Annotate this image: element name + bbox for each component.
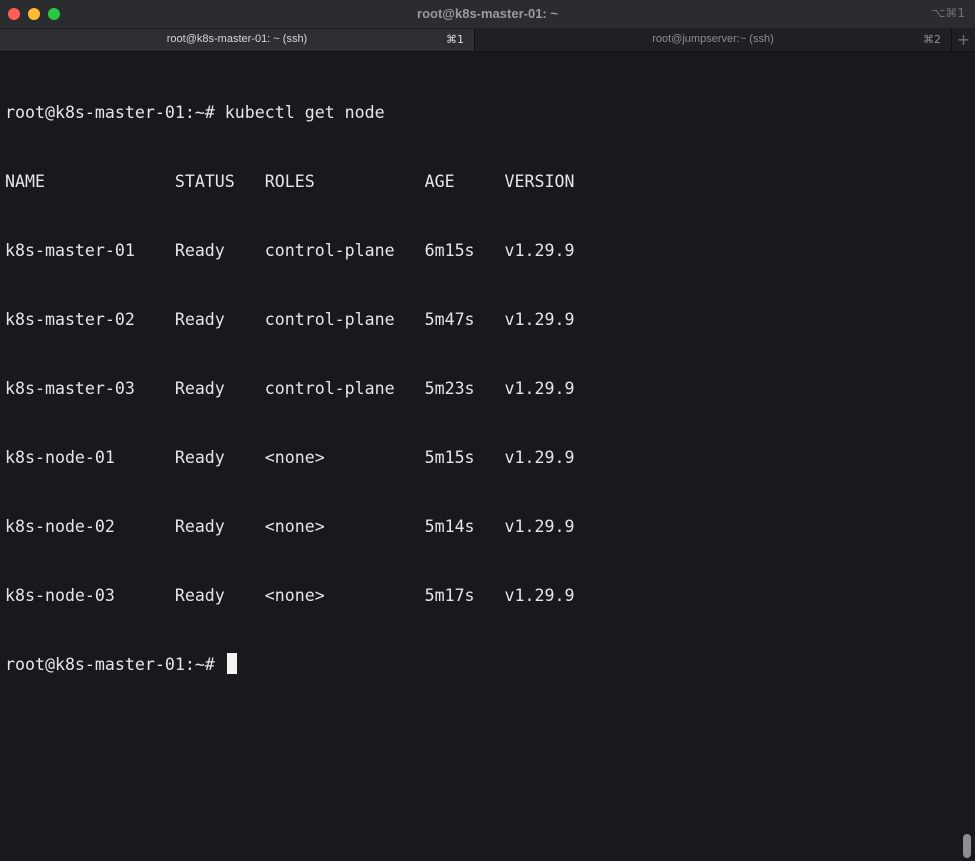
- text-cursor: [226, 653, 237, 674]
- tab-k8s-master-01[interactable]: root@k8s-master-01: ~ (ssh) ⌘1: [0, 29, 475, 51]
- title-bar[interactable]: root@k8s-master-01: ~ ⌥⌘1: [0, 0, 975, 29]
- terminal-line: k8s-node-03 Ready <none> 5m17s v1.29.9: [5, 586, 575, 605]
- tab-label: root@k8s-master-01: ~ (ssh): [166, 33, 308, 45]
- terminal-line: NAME STATUS ROLES AGE VERSION: [5, 172, 575, 191]
- terminal-line: k8s-master-01 Ready control-plane 6m15s …: [5, 241, 575, 260]
- tab-jumpserver[interactable]: root@jumpserver:~ (ssh) ⌘2: [475, 29, 952, 51]
- tab-shortcut: ⌘2: [923, 33, 941, 46]
- tab-label: root@jumpserver:~ (ssh): [652, 33, 774, 45]
- terminal-line: root@k8s-master-01:~# kubectl get node: [5, 103, 385, 122]
- terminal-lines: root@k8s-master-01:~# kubectl get node N…: [5, 55, 574, 722]
- window-shortcut: ⌥⌘1: [931, 6, 965, 20]
- terminal-line: k8s-node-02 Ready <none> 5m14s v1.29.9: [5, 517, 575, 536]
- tab-bar: root@k8s-master-01: ~ (ssh) ⌘1 root@jump…: [0, 29, 975, 52]
- terminal-output[interactable]: root@k8s-master-01:~# kubectl get node N…: [0, 52, 975, 861]
- new-tab-button[interactable]: +: [952, 29, 975, 51]
- terminal-line: k8s-node-01 Ready <none> 5m15s v1.29.9: [5, 448, 575, 467]
- scrollbar-thumb[interactable]: [963, 834, 971, 858]
- prompt-line[interactable]: root@k8s-master-01:~#: [5, 653, 574, 676]
- shell-prompt: root@k8s-master-01:~#: [5, 655, 225, 674]
- terminal-window: root@k8s-master-01: ~ ⌥⌘1 root@k8s-maste…: [0, 0, 975, 861]
- window-title: root@k8s-master-01: ~: [417, 6, 558, 21]
- terminal-line: k8s-master-03 Ready control-plane 5m23s …: [5, 379, 575, 398]
- tab-shortcut: ⌘1: [446, 33, 464, 46]
- terminal-line: k8s-master-02 Ready control-plane 5m47s …: [5, 310, 575, 329]
